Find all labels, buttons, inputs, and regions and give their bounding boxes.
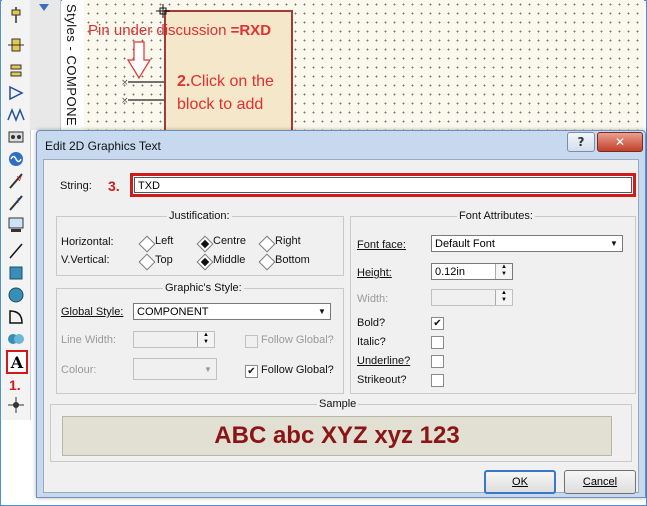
bus-icon[interactable] xyxy=(7,36,25,54)
radio-centre-label: Centre xyxy=(213,235,247,247)
arc-icon[interactable] xyxy=(7,308,25,326)
radio-centre[interactable] xyxy=(196,235,214,253)
width-label: Width: xyxy=(357,293,389,305)
close-button[interactable]: ✕ xyxy=(597,132,643,152)
circle-icon[interactable] xyxy=(7,286,25,304)
colour-label: Colour: xyxy=(61,364,97,376)
radio-middle-label: Middle xyxy=(213,254,246,266)
pins-and-arrow: × × xyxy=(121,41,164,106)
spinner-icon[interactable]: ▲ ▼ xyxy=(495,264,512,279)
line-icon[interactable] xyxy=(7,242,25,260)
line-width-input[interactable]: ▲ ▼ xyxy=(133,331,215,348)
help-button[interactable]: ? xyxy=(567,132,595,152)
svg-text:V: V xyxy=(17,175,22,183)
svg-text:×: × xyxy=(121,96,129,106)
horizontal-label: Horizontal: xyxy=(61,236,114,248)
chevron-down-icon[interactable] xyxy=(38,2,50,12)
graphics-style-group: Graphic's Style: Global Style: COMPONENT… xyxy=(56,282,344,394)
edit-2d-graphics-text-dialog: Edit 2D Graphics Text ? ✕ String: 3. TXD… xyxy=(36,130,646,498)
probe-icon[interactable] xyxy=(7,106,25,124)
styles-panel-label: Styles - COMPONE xyxy=(62,0,84,130)
string-input[interactable]: TXD xyxy=(134,177,632,193)
follow-global-2-checkbox[interactable]: ✔ xyxy=(245,365,258,378)
colour-select[interactable]: ▼ xyxy=(133,358,217,380)
text-icon[interactable]: A xyxy=(6,350,28,374)
tape-icon[interactable] xyxy=(7,128,25,146)
svg-text:×: × xyxy=(121,78,129,88)
vertical-label: V.Vertical: xyxy=(61,254,110,266)
global-style-select[interactable]: COMPONENT ▼ xyxy=(133,303,331,320)
svg-text:I: I xyxy=(17,197,19,205)
follow-global-1-label: Follow Global? xyxy=(261,334,334,346)
radio-left[interactable] xyxy=(138,235,156,253)
radio-right[interactable] xyxy=(258,235,276,253)
sample-preview: ABC abc XYZ xyz 123 xyxy=(62,416,612,456)
step-3-annotation: 3. xyxy=(108,178,120,194)
font-attributes-group: Font Attributes: Font face: Default Font… xyxy=(350,210,636,394)
step-1-annotation: 1. xyxy=(9,377,21,393)
dialog-titlebar[interactable]: Edit 2D Graphics Text ? ✕ xyxy=(37,131,645,159)
global-style-label: Global Style: xyxy=(61,306,124,318)
symbol-icon[interactable] xyxy=(7,396,25,414)
generator-icon[interactable] xyxy=(7,150,25,168)
component-pin-icon[interactable] xyxy=(7,6,25,24)
chevron-down-icon: ▼ xyxy=(318,307,326,316)
bold-checkbox[interactable]: ✔ xyxy=(431,317,444,330)
step-2-annotation: 2.Click on the block to add xyxy=(177,73,274,113)
spinner-icon: ▲ ▼ xyxy=(495,290,512,305)
chevron-down-icon: ▼ xyxy=(610,239,618,248)
string-field-highlight: TXD xyxy=(130,173,636,197)
font-face-label: Font face: xyxy=(357,239,406,251)
follow-global-2-label: Follow Global? xyxy=(261,364,334,376)
radio-right-label: Right xyxy=(275,235,301,247)
chevron-down-icon: ▼ xyxy=(204,365,212,374)
anchor-marker-icon xyxy=(156,4,170,18)
box-icon[interactable] xyxy=(7,264,25,282)
underline-label: Underline? xyxy=(357,355,411,367)
strikeout-checkbox[interactable] xyxy=(431,374,444,387)
justification-title: Justification: xyxy=(167,210,232,222)
pin-note-annotation: Pin under discussion =RXD xyxy=(88,22,272,39)
radio-middle[interactable] xyxy=(196,253,214,271)
terminal-icon[interactable] xyxy=(7,62,25,80)
sample-title: Sample xyxy=(317,398,359,410)
graphics-style-title: Graphic's Style: xyxy=(163,282,244,294)
port-icon[interactable] xyxy=(7,84,25,102)
left-toolbar: V I A 1. xyxy=(2,0,31,420)
follow-global-1-checkbox[interactable] xyxy=(245,335,258,348)
underline-checkbox[interactable] xyxy=(431,355,444,368)
width-input[interactable]: ▲ ▼ xyxy=(431,289,513,306)
italic-checkbox[interactable] xyxy=(431,336,444,349)
ok-button[interactable]: OK xyxy=(484,470,556,494)
path-icon[interactable] xyxy=(7,330,25,348)
string-label: String: xyxy=(60,180,92,192)
bold-label: Bold? xyxy=(357,317,386,329)
font-attributes-title: Font Attributes: xyxy=(457,210,535,222)
radio-top-label: Top xyxy=(155,254,173,266)
line-width-label: Line Width: xyxy=(61,334,117,346)
dialog-body: String: 3. TXD Justification: Horizontal… xyxy=(43,159,639,494)
radio-top[interactable] xyxy=(138,253,156,271)
radio-bottom-label: Bottom xyxy=(275,254,310,266)
sheet-side-strip xyxy=(30,0,61,130)
cancel-button[interactable]: Cancel xyxy=(564,470,636,494)
voltage-probe-icon[interactable]: V xyxy=(7,172,25,190)
strikeout-label: Strikeout? xyxy=(357,374,407,386)
justification-group: Justification: Horizontal: V.Vertical: L… xyxy=(56,210,344,276)
radio-bottom[interactable] xyxy=(258,253,276,271)
height-input[interactable]: 0.12in ▲ ▼ xyxy=(431,263,513,280)
font-face-select[interactable]: Default Font ▼ xyxy=(431,235,623,252)
radio-left-label: Left xyxy=(155,235,174,247)
italic-label: Italic? xyxy=(357,336,386,348)
dialog-title: Edit 2D Graphics Text xyxy=(45,139,161,153)
spinner-icon: ▲ ▼ xyxy=(197,332,214,347)
virtual-instrument-icon[interactable] xyxy=(7,216,25,234)
current-probe-icon[interactable]: I xyxy=(7,194,25,212)
height-label: Height: xyxy=(357,267,392,279)
